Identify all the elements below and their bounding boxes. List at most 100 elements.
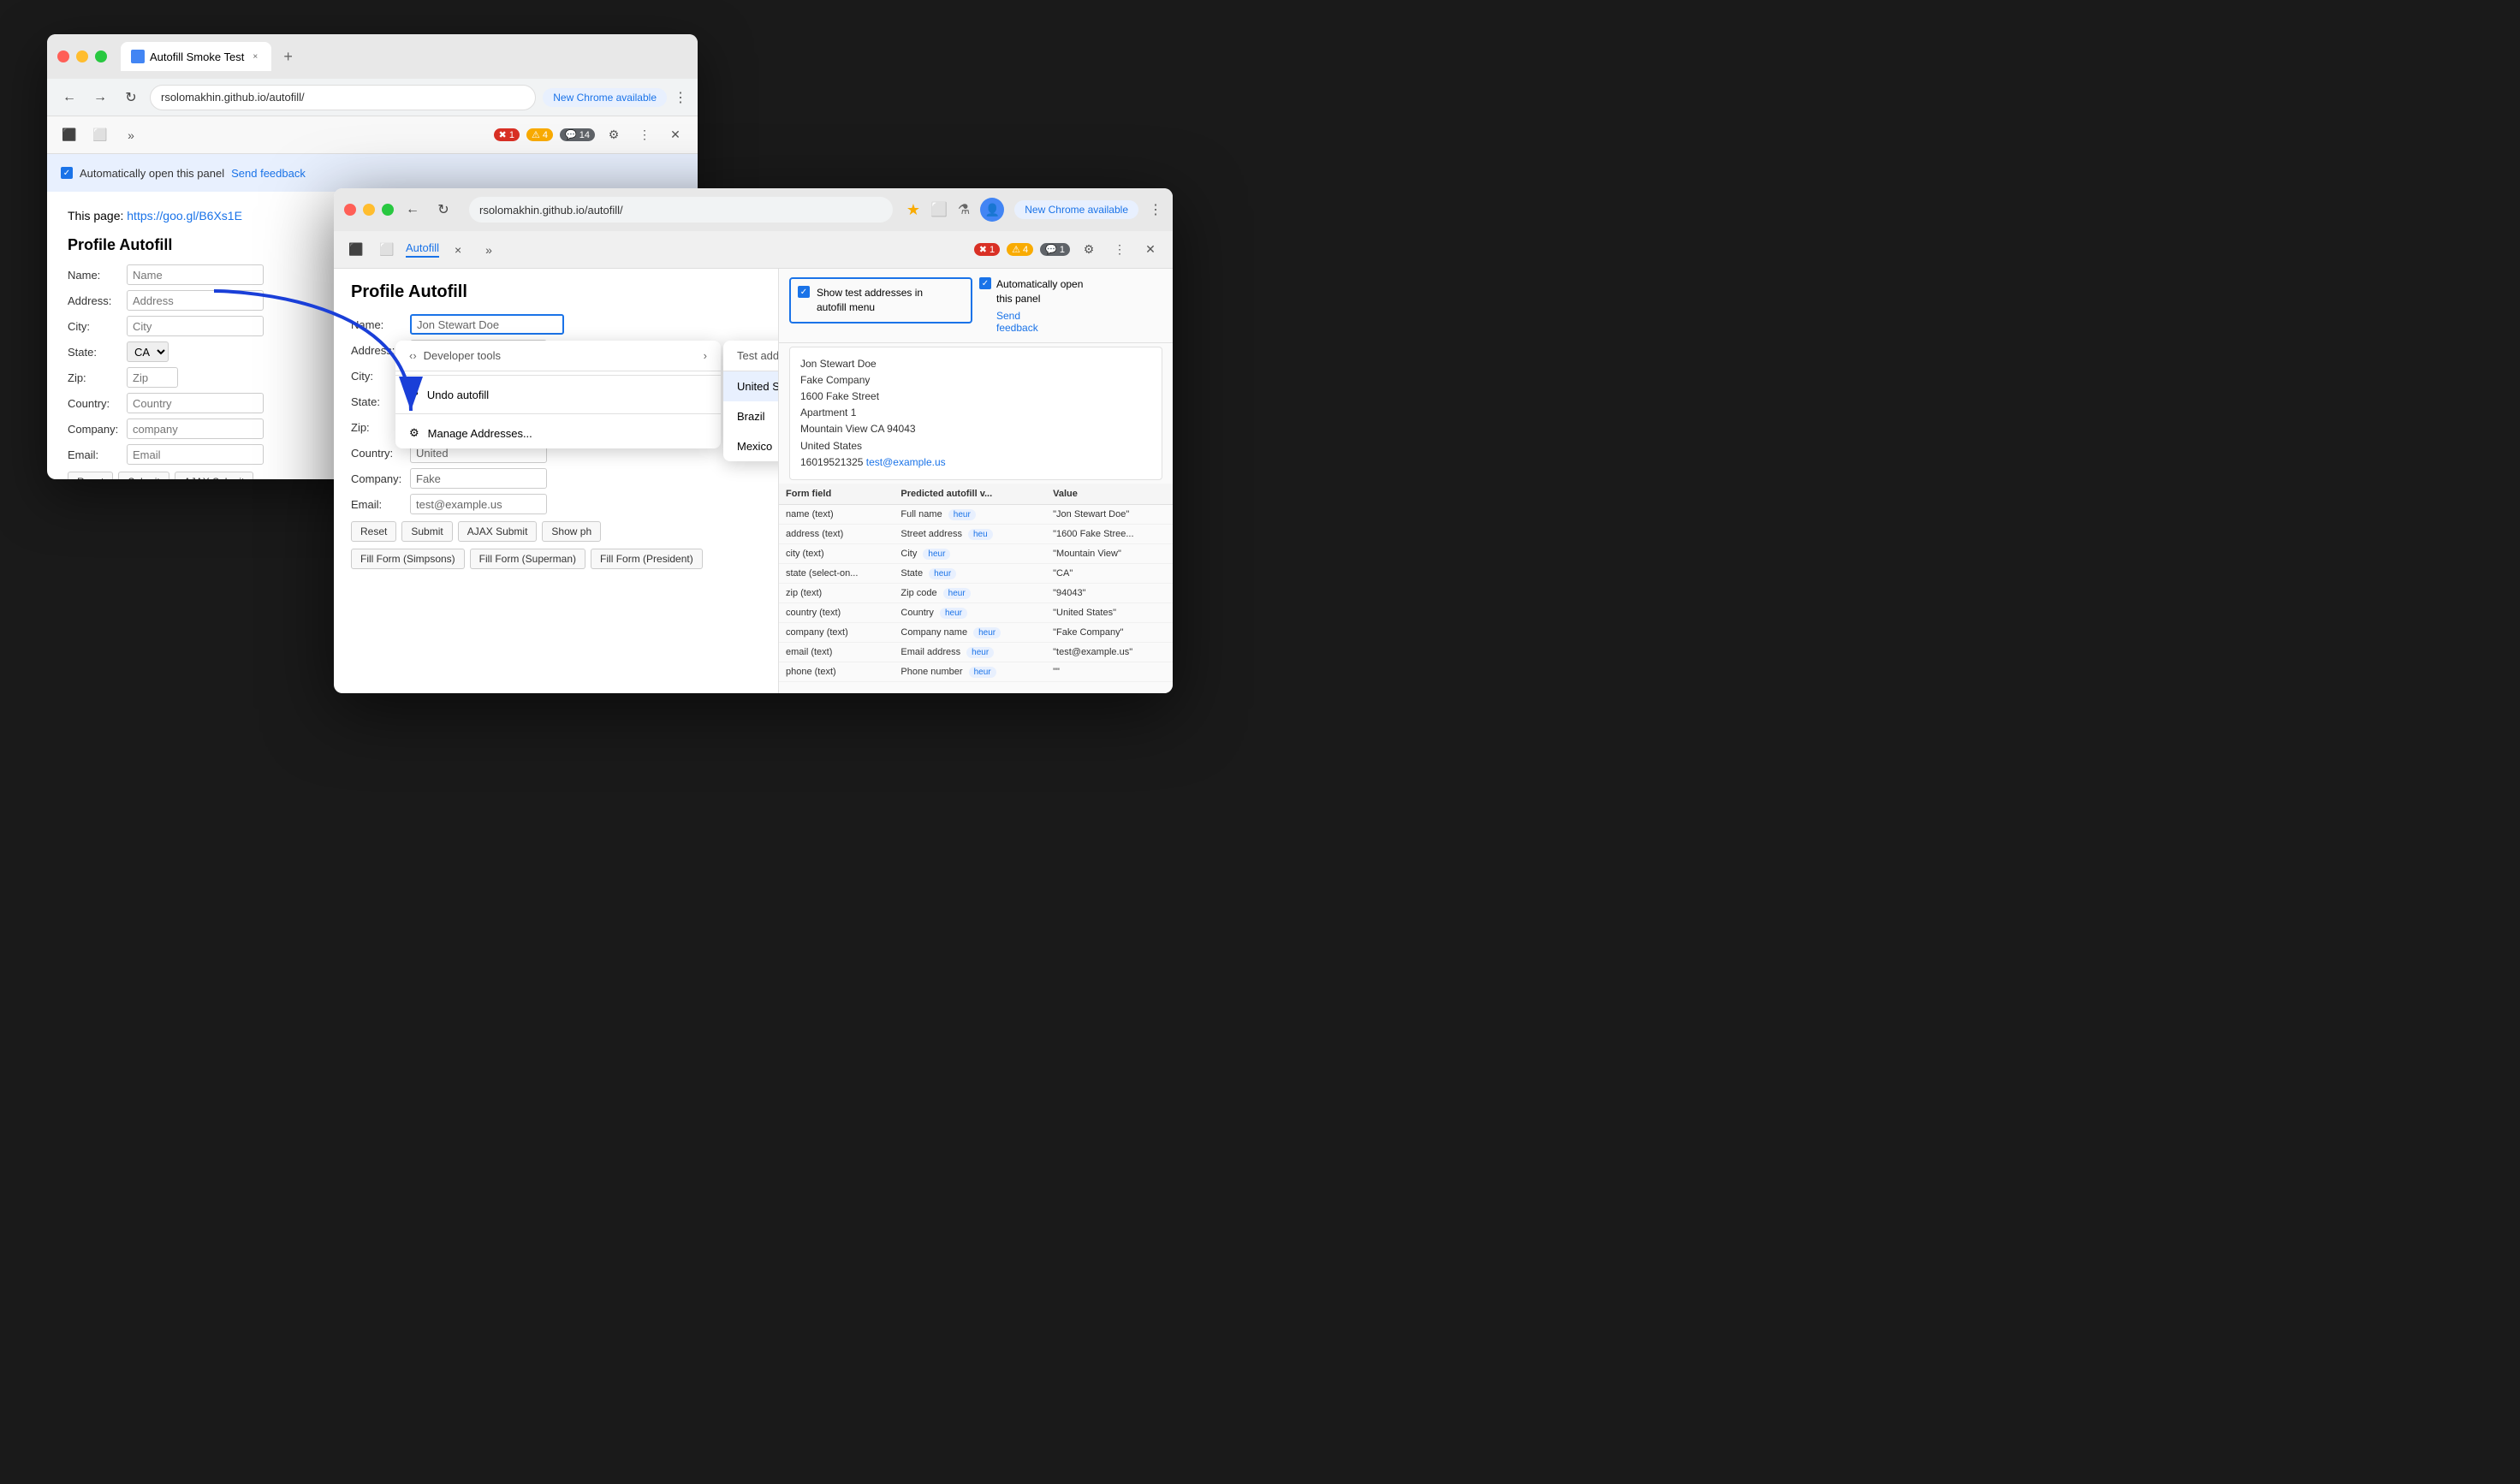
devtools-close-btn-front[interactable]: ✕ (1138, 238, 1162, 262)
fill-president-btn-front[interactable]: Fill Form (President) (591, 549, 703, 569)
country-item-brazil[interactable]: Brazil (723, 401, 779, 431)
country-panel-header: Test address by country (723, 341, 779, 371)
devtools-icon: ‹› (409, 349, 417, 362)
input-email[interactable] (127, 444, 264, 465)
input-email-front[interactable] (410, 494, 547, 514)
nav-back-btn[interactable]: ← (57, 86, 81, 110)
devtools-menu-btn[interactable]: ⋮ (633, 123, 657, 147)
table-row: email (text) Email address heur "test@ex… (779, 642, 1173, 662)
page-link[interactable]: https://goo.gl/B6Xs1E (127, 209, 242, 223)
send-feedback-link-front[interactable]: Sendfeedback (996, 310, 1162, 334)
menu-icon-back[interactable]: ⋮ (674, 89, 687, 106)
devtools-device-btn-front[interactable]: ⬜ (375, 238, 399, 262)
tab-back[interactable]: Autofill Smoke Test × (121, 42, 271, 71)
autofill-tab-front[interactable]: Autofill (406, 241, 439, 258)
auto-open-label-front: Automatically openthis panel (996, 277, 1083, 306)
ajax-submit-btn-front[interactable]: AJAX Submit (458, 521, 538, 542)
traffic-light-red-front[interactable] (344, 204, 356, 216)
devtools-select-btn-front[interactable]: ⬛ (344, 238, 368, 262)
send-feedback-link-back[interactable]: Send feedback (231, 167, 306, 180)
heur-badge: heur (948, 509, 976, 520)
auto-open-checkbox-back[interactable]: ✓ (61, 167, 73, 179)
autofill-table-head: Form field Predicted autofill v... Value (779, 484, 1173, 505)
labs-icon[interactable]: ⚗ (958, 201, 970, 218)
reset-btn-back[interactable]: Reset (68, 472, 113, 479)
ajax-submit-btn-back[interactable]: AJAX Submit (175, 472, 254, 479)
fill-superman-btn-front[interactable]: Fill Form (Superman) (470, 549, 585, 569)
address-country: United States (800, 438, 1151, 454)
show-test-box: ✓ Show test addresses inautofill menu (789, 277, 972, 324)
traffic-light-yellow-front[interactable] (363, 204, 375, 216)
input-company[interactable] (127, 418, 264, 439)
traffic-light-red[interactable] (57, 50, 69, 62)
show-test-checkbox[interactable]: ✓ (798, 286, 810, 298)
traffic-light-green-front[interactable] (382, 204, 394, 216)
submit-btn-back[interactable]: Submit (118, 472, 169, 479)
show-phone-btn-front[interactable]: Show ph (542, 521, 601, 542)
nav-back-btn-front[interactable]: ← (401, 198, 425, 222)
close-autofill-tab[interactable]: × (446, 238, 470, 262)
devtools-settings-btn-front[interactable]: ⚙ (1077, 238, 1101, 262)
fill-simpsons-btn-front[interactable]: Fill Form (Simpsons) (351, 549, 465, 569)
auto-open-col: ✓ Automatically openthis panel Sendfeedb… (979, 277, 1162, 334)
autofill-divider-2 (395, 413, 721, 414)
label-company-front: Company: (351, 472, 407, 485)
input-company-front[interactable] (410, 468, 547, 489)
select-state[interactable]: CA (127, 341, 169, 362)
address-bar-front[interactable]: rsolomakhin.github.io/autofill/ (469, 197, 893, 223)
star-icon[interactable]: ★ (906, 201, 920, 219)
tab-title-back: Autofill Smoke Test (150, 50, 244, 63)
autofill-item-manage[interactable]: ⚙ Manage Addresses... (395, 418, 721, 448)
autofill-dropdown-label: Developer tools (424, 349, 501, 362)
extension-icon[interactable]: ⬜ (930, 201, 948, 218)
tab-bar-back: Autofill Smoke Test × + (121, 42, 687, 71)
reset-btn-front[interactable]: Reset (351, 521, 396, 542)
input-address[interactable] (127, 290, 264, 311)
devtools-device-btn[interactable]: ⬜ (88, 123, 112, 147)
show-test-label: Show test addresses inautofill menu (817, 286, 923, 315)
devtools-menu-btn-front[interactable]: ⋮ (1108, 238, 1132, 262)
field-state: state (select-on... (779, 563, 894, 583)
nav-forward-btn[interactable]: → (88, 86, 112, 110)
address-street: 1600 Fake Street (800, 389, 1151, 405)
chrome-available-back[interactable]: New Chrome available (543, 88, 667, 107)
traffic-light-green[interactable] (95, 50, 107, 62)
devtools-more-btn-front[interactable]: » (477, 238, 501, 262)
devtools-close-btn[interactable]: ✕ (663, 123, 687, 147)
table-row: country (text) Country heur "United Stat… (779, 603, 1173, 622)
nav-reload-btn-front[interactable]: ↻ (431, 198, 455, 222)
devtools-error-badge: ✖ 1 (494, 128, 520, 141)
menu-icon-front[interactable]: ⋮ (1149, 201, 1162, 218)
traffic-light-yellow[interactable] (76, 50, 88, 62)
profile-avatar[interactable]: 👤 (980, 198, 1004, 222)
input-country[interactable] (127, 393, 264, 413)
field-address: address (text) (779, 524, 894, 543)
submit-btn-front[interactable]: Submit (401, 521, 452, 542)
autofill-item-undo[interactable]: ↩ Undo autofill (395, 379, 721, 410)
input-name[interactable] (127, 264, 264, 285)
chrome-available-front[interactable]: New Chrome available (1014, 200, 1138, 219)
devtools-select-btn[interactable]: ⬛ (57, 123, 81, 147)
tab-close-back[interactable]: × (249, 50, 261, 62)
address-name: Jon Stewart Doe (800, 356, 1151, 372)
label-company: Company: (68, 423, 123, 436)
address-company: Fake Company (800, 372, 1151, 389)
show-test-addresses-row: ✓ Show test addresses inautofill menu ✓ … (779, 269, 1173, 343)
tab-new-back[interactable]: + (278, 48, 298, 66)
heur-badge: heur (940, 608, 967, 619)
country-item-us[interactable]: United States (723, 371, 779, 401)
devtools-settings-btn[interactable]: ⚙ (602, 123, 626, 147)
country-item-mexico[interactable]: Mexico (723, 431, 779, 461)
front-devtools-bar: ⬛ ⬜ Autofill × » ✖ 1 ⚠ 4 💬 1 ⚙ ⋮ ✕ (334, 231, 1173, 269)
auto-open-checkbox-front[interactable]: ✓ (979, 277, 991, 289)
input-zip[interactable] (127, 367, 178, 388)
input-name-front[interactable] (410, 314, 564, 335)
nav-reload-btn[interactable]: ↻ (119, 86, 143, 110)
address-email-link[interactable]: test@example.us (866, 456, 946, 468)
field-phone: phone (text) (779, 662, 894, 681)
input-city[interactable] (127, 316, 264, 336)
label-address: Address: (68, 294, 123, 307)
heur-badge: heur (966, 647, 994, 658)
address-bar-back[interactable]: rsolomakhin.github.io/autofill/ (150, 85, 536, 110)
devtools-more-btn[interactable]: » (119, 123, 143, 147)
